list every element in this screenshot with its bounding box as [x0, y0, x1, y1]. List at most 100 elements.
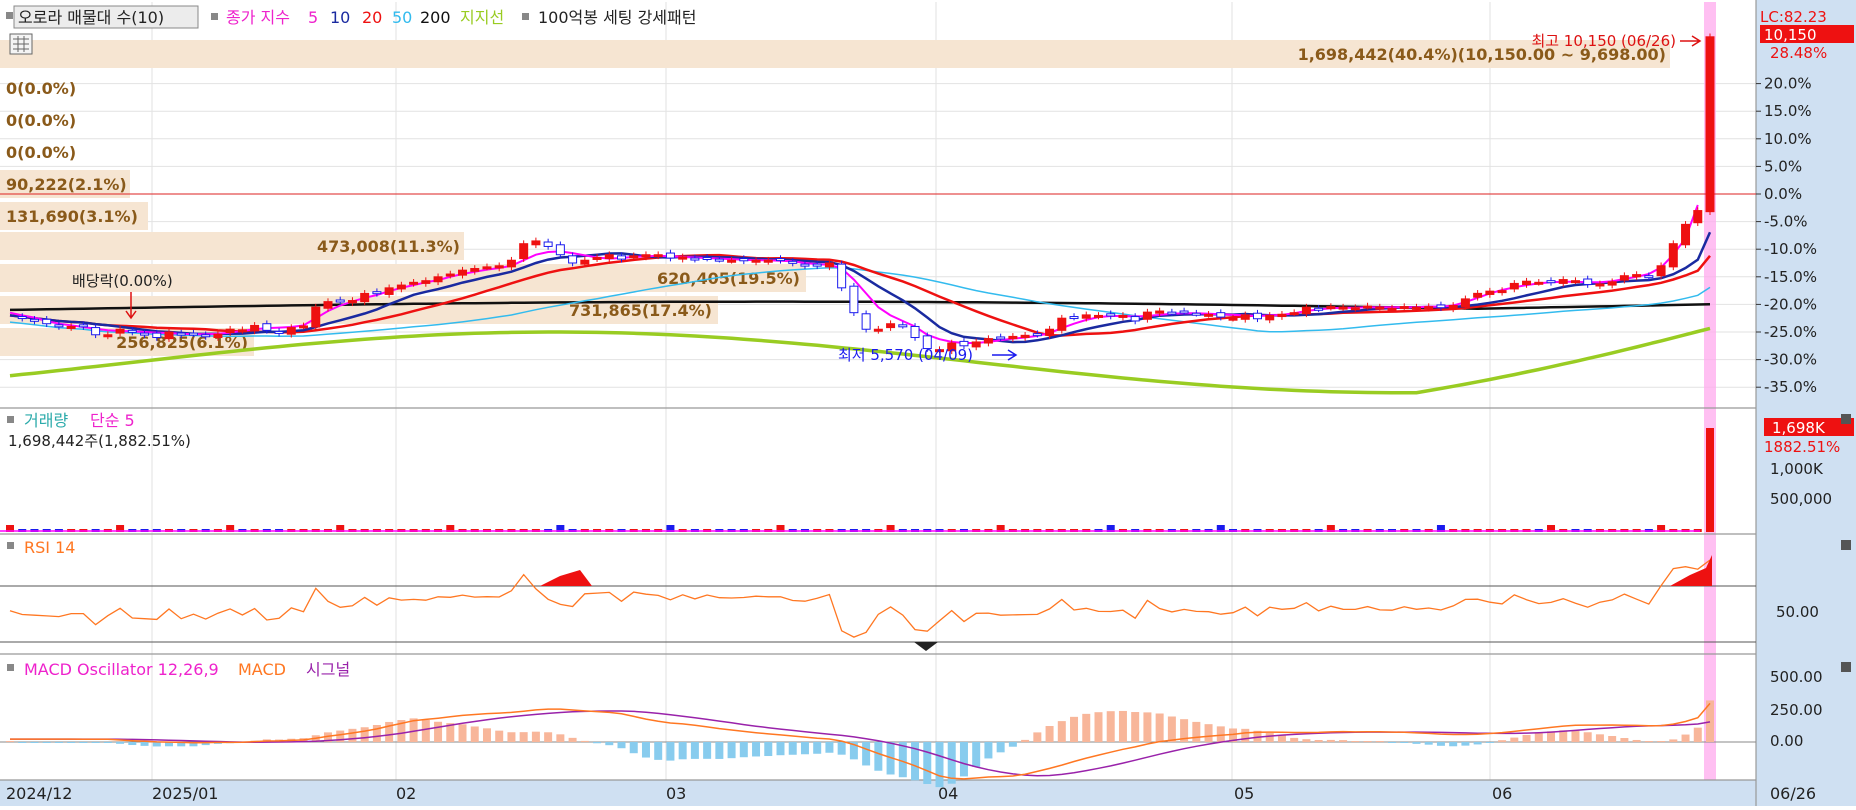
macd-osc-bar	[629, 742, 638, 754]
volume-close-icon[interactable]	[1841, 414, 1851, 424]
signal-line-label[interactable]: 시그널	[306, 660, 350, 679]
candle-body	[127, 329, 137, 333]
price-badge-text: 10,150	[1764, 26, 1817, 44]
legend-ma5[interactable]: 5	[308, 8, 318, 27]
legend-support[interactable]: 지지선	[460, 8, 504, 27]
macd-osc-bar	[1057, 721, 1066, 742]
candle-body	[1509, 282, 1519, 290]
candle-body	[1522, 280, 1532, 286]
legend-ma20[interactable]: 20	[362, 8, 382, 27]
legend-ma10[interactable]: 10	[330, 8, 350, 27]
candle-body	[1167, 311, 1177, 315]
candle-body	[1350, 307, 1360, 311]
candle-body	[494, 265, 504, 269]
macd-osc-bar	[128, 742, 137, 746]
candle-body	[91, 327, 101, 336]
stock-chart[interactable]: 1,698,442(40.4%)(10,150.00 ~ 9,698.00)0(…	[0, 0, 1856, 806]
candle-body	[1570, 280, 1580, 284]
macd-osc-bar	[434, 721, 443, 742]
candle-body	[763, 259, 773, 263]
macd-osc-bar	[1241, 728, 1250, 742]
macd-osc-bar	[1155, 713, 1164, 742]
candle-body	[1375, 306, 1385, 310]
legend-aura[interactable]: 오로라 매물대 수(10)	[18, 8, 164, 27]
candle-body	[421, 280, 431, 284]
pct-tick: 20.0%	[1764, 75, 1812, 93]
macd-osc-bar	[1485, 742, 1494, 743]
candle-body	[702, 256, 712, 260]
candle-body	[531, 240, 541, 246]
candle-body	[873, 328, 883, 332]
candle-body	[641, 254, 651, 258]
candle-body	[1448, 305, 1458, 310]
candle-body	[1363, 305, 1373, 309]
macd-osc-bar	[1167, 716, 1176, 742]
candle-body	[1693, 210, 1703, 224]
candle-body	[1093, 314, 1103, 318]
candle-body	[115, 328, 125, 334]
candle-body	[971, 341, 981, 348]
macd-osc-bar	[923, 742, 932, 784]
candle-body	[201, 334, 211, 338]
macd-osc-bar	[458, 724, 467, 742]
macd-osc-bar	[544, 732, 553, 742]
volume-bar	[1706, 428, 1714, 532]
legend-close-ma[interactable]: 종가 지수	[226, 8, 290, 27]
legend-pattern[interactable]: 100억봉 세팅 강세패턴	[538, 8, 696, 27]
macd-osc-bar	[1473, 742, 1482, 745]
macd-osc-bar	[1314, 739, 1323, 742]
macd-osc-bar	[1143, 712, 1152, 742]
candle-body	[665, 252, 675, 259]
candle-body	[568, 255, 578, 264]
candle-body	[213, 333, 223, 339]
macd-osc-bar	[348, 728, 357, 742]
macd-osc-bar	[1522, 734, 1531, 742]
macd-close-icon[interactable]	[1841, 662, 1851, 672]
candle-body	[78, 324, 88, 328]
legend-ma50[interactable]: 50	[392, 8, 412, 27]
macd-osc-bar	[1265, 733, 1274, 742]
macd-osc-bar	[1326, 739, 1335, 742]
candle-body	[1130, 316, 1140, 322]
macd-osc-bar	[79, 742, 88, 743]
macd-line-label[interactable]: MACD	[238, 660, 286, 679]
volume-profile-label: 131,690(3.1%)	[6, 207, 138, 226]
legend-ma200[interactable]: 200	[420, 8, 451, 27]
macd-osc-bar	[54, 742, 63, 743]
macd-osc-bar	[752, 742, 761, 757]
macd-osc-bar	[1669, 739, 1678, 742]
volume-title[interactable]: 거래량	[24, 411, 68, 430]
rsi-tick-50: 50.00	[1776, 603, 1819, 621]
macd-title[interactable]: MACD Oscillator 12,26,9	[24, 660, 219, 679]
candle-body	[42, 318, 52, 325]
candle-body	[1057, 317, 1067, 331]
candle-body	[1069, 316, 1079, 320]
macd-osc-bar	[1302, 739, 1311, 742]
x-label-04: 04	[938, 784, 958, 803]
candle-body	[409, 281, 419, 285]
rsi-title[interactable]: RSI 14	[24, 538, 75, 557]
macd-osc-bar	[1192, 721, 1201, 742]
candle-body	[714, 258, 724, 262]
macd-osc-bar	[1021, 739, 1030, 742]
rsi-close-icon[interactable]	[1841, 540, 1851, 550]
macd-osc-bar	[507, 732, 516, 742]
candle-body	[1705, 36, 1715, 213]
macd-osc-bar	[1290, 737, 1299, 742]
macd-osc-bar	[1045, 726, 1054, 742]
candle-body	[812, 263, 822, 267]
candle-body	[1668, 243, 1678, 268]
macd-tick-250: 250.00	[1770, 701, 1823, 719]
macd-tick-0: 0.00	[1770, 732, 1803, 750]
candle-body	[1399, 306, 1409, 310]
candle-body	[1301, 306, 1311, 315]
candle-body	[164, 331, 174, 340]
candle-body	[1460, 298, 1470, 308]
macd-osc-bar	[580, 740, 589, 742]
volume-ma[interactable]: 단순 5	[90, 411, 135, 430]
pct-tick: -35.0%	[1764, 378, 1817, 396]
candle-body	[983, 338, 993, 344]
candle-body	[1240, 314, 1250, 320]
macd-osc-bar	[531, 731, 540, 742]
x-label-05: 05	[1234, 784, 1254, 803]
